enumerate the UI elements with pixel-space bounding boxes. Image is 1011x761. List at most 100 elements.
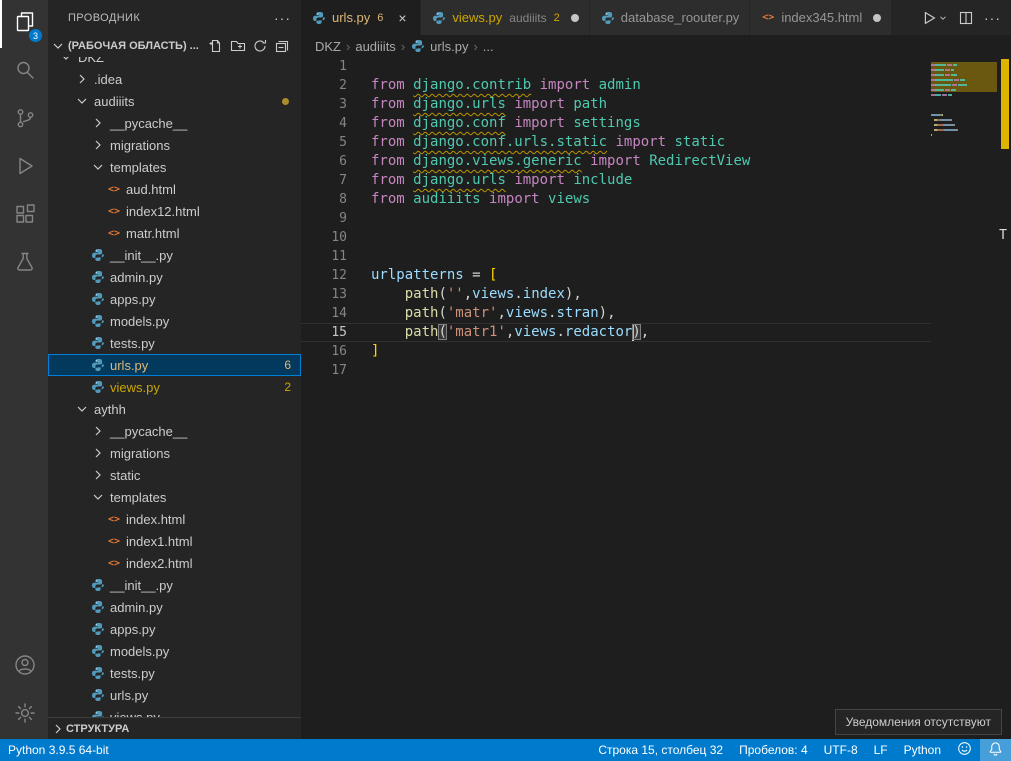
tab-index345.html[interactable]: <>index345.html bbox=[750, 0, 892, 35]
tree-file-models.py[interactable]: models.py bbox=[48, 310, 301, 332]
tree-file-apps.py[interactable]: apps.py bbox=[48, 288, 301, 310]
tab-problems-badge: 2 bbox=[554, 12, 560, 24]
code-line-14[interactable]: 14 path('matr',views.stran), bbox=[301, 304, 931, 323]
tree-file-admin.py[interactable]: admin.py bbox=[48, 596, 301, 618]
tab-database_roouter.py[interactable]: database_roouter.py bbox=[590, 0, 751, 35]
status-encoding[interactable]: UTF-8 bbox=[816, 739, 866, 761]
tab-label: urls.py bbox=[332, 10, 370, 25]
code-line-11[interactable]: 11 bbox=[301, 247, 931, 266]
status-label: Python 3.9.5 64-bit bbox=[8, 743, 109, 757]
tree-folder-__pycache__[interactable]: __pycache__ bbox=[48, 420, 301, 442]
new-folder-icon[interactable] bbox=[229, 37, 247, 55]
refresh-icon[interactable] bbox=[251, 37, 269, 55]
tree-item-label: audiiits bbox=[94, 94, 134, 109]
code-line-16[interactable]: 16] bbox=[301, 342, 931, 361]
tree-folder-aythh[interactable]: aythh bbox=[48, 398, 301, 420]
sidebar-more-actions-button[interactable]: ··· bbox=[274, 10, 291, 26]
tree-folder-migrations[interactable]: migrations bbox=[48, 134, 301, 156]
tree-folder-templates[interactable]: templates bbox=[48, 156, 301, 178]
activity-settings-button[interactable] bbox=[0, 691, 48, 739]
code-token: static bbox=[674, 134, 725, 150]
tree-file-views.py[interactable]: views.py2 bbox=[48, 376, 301, 398]
tree-file-models.py[interactable]: models.py bbox=[48, 640, 301, 662]
more-actions-button[interactable]: ··· bbox=[984, 10, 1001, 26]
run-python-file-button[interactable] bbox=[920, 9, 948, 27]
breadcrumb-item-audiiits[interactable]: audiiits bbox=[355, 39, 395, 54]
code-line-8[interactable]: 8from audiiits import views bbox=[301, 190, 931, 209]
code-line-1[interactable]: 1 bbox=[301, 57, 931, 76]
html-file-icon: <> bbox=[106, 181, 122, 197]
split-editor-button[interactable] bbox=[958, 10, 974, 26]
tree-file-aud.html[interactable]: <>aud.html bbox=[48, 178, 301, 200]
code-text: from django.contrib import admin bbox=[365, 76, 641, 95]
tree-file-index.html[interactable]: <>index.html bbox=[48, 508, 301, 530]
tab-views.py[interactable]: views.pyaudiiits2 bbox=[421, 0, 589, 35]
tree-file-urls.py[interactable]: urls.py6 bbox=[48, 354, 301, 376]
status-python-interpreter[interactable]: Python 3.9.5 64-bit bbox=[0, 739, 117, 761]
code-line-15[interactable]: 15 path('matr1',views.redactor), bbox=[301, 323, 931, 342]
new-file-icon[interactable] bbox=[207, 37, 225, 55]
status-feedback[interactable] bbox=[949, 739, 980, 761]
tree-file-matr.html[interactable]: <>matr.html bbox=[48, 222, 301, 244]
tree-folder-audiiits[interactable]: audiiits bbox=[48, 90, 301, 112]
tree-file-__init__.py[interactable]: __init__.py bbox=[48, 244, 301, 266]
code-token: , bbox=[464, 286, 472, 302]
tree-file-__init__.py[interactable]: __init__.py bbox=[48, 574, 301, 596]
tree-file-index1.html[interactable]: <>index1.html bbox=[48, 530, 301, 552]
code-text: path('matr',views.stran), bbox=[365, 304, 616, 323]
status-indentation[interactable]: Пробелов: 4 bbox=[731, 739, 816, 761]
breadcrumb-item-DKZ[interactable]: DKZ bbox=[315, 39, 341, 54]
code-line-4[interactable]: 4from django.conf import settings bbox=[301, 114, 931, 133]
tree-file-tests.py[interactable]: tests.py bbox=[48, 332, 301, 354]
code-token: redactor bbox=[565, 324, 632, 340]
activity-extensions-button[interactable] bbox=[0, 192, 48, 240]
tree-file-urls.py[interactable]: urls.py bbox=[48, 684, 301, 706]
tab-urls.py[interactable]: urls.py6× bbox=[301, 0, 421, 35]
code-line-13[interactable]: 13 path('',views.index), bbox=[301, 285, 931, 304]
tree-file-admin.py[interactable]: admin.py bbox=[48, 266, 301, 288]
code-line-10[interactable]: 10 bbox=[301, 228, 931, 247]
close-icon[interactable]: × bbox=[394, 10, 410, 26]
code-line-3[interactable]: 3from django.urls import path bbox=[301, 95, 931, 114]
tree-file-views.py[interactable]: views.py bbox=[48, 706, 301, 717]
code-line-7[interactable]: 7from django.urls import include bbox=[301, 171, 931, 190]
code-editor[interactable]: 12from django.contrib import admin3from … bbox=[301, 57, 931, 739]
activity-accounts-button[interactable] bbox=[0, 643, 48, 691]
tree-file-apps.py[interactable]: apps.py bbox=[48, 618, 301, 640]
activity-source-control-button[interactable] bbox=[0, 96, 48, 144]
activity-explorer-button[interactable]: 3 bbox=[0, 0, 48, 48]
status-language-mode[interactable]: Python bbox=[896, 739, 949, 761]
minimap-line bbox=[931, 137, 997, 142]
activity-search-button[interactable] bbox=[0, 48, 48, 96]
breadcrumb-item-...[interactable]: ... bbox=[483, 39, 494, 54]
tree-file-index2.html[interactable]: <>index2.html bbox=[48, 552, 301, 574]
tree-folder-templates[interactable]: templates bbox=[48, 486, 301, 508]
outline-section-header[interactable]: СТРУКТУРА bbox=[48, 717, 301, 739]
tree-file-index12.html[interactable]: <>index12.html bbox=[48, 200, 301, 222]
code-line-6[interactable]: 6from django.views.generic import Redire… bbox=[301, 152, 931, 171]
code-line-9[interactable]: 9 bbox=[301, 209, 931, 228]
status-cursor-position[interactable]: Строка 15, столбец 32 bbox=[590, 739, 731, 761]
breadcrumb-item-urls.py[interactable]: urls.py bbox=[410, 38, 468, 54]
tree-folder-migrations[interactable]: migrations bbox=[48, 442, 301, 464]
status-eol[interactable]: LF bbox=[866, 739, 896, 761]
code-line-12[interactable]: 12urlpatterns = [ bbox=[301, 266, 931, 285]
editor-scrollbar[interactable] bbox=[997, 35, 1011, 739]
tree-folder-static[interactable]: static bbox=[48, 464, 301, 486]
status-notifications-bell[interactable] bbox=[980, 739, 1011, 761]
code-line-17[interactable]: 17 bbox=[301, 361, 931, 380]
code-token: ] bbox=[371, 343, 379, 359]
chevron-right-icon bbox=[90, 423, 106, 439]
collapse-all-icon[interactable] bbox=[273, 37, 291, 55]
minimap[interactable] bbox=[931, 57, 997, 142]
code-line-2[interactable]: 2from django.contrib import admin bbox=[301, 76, 931, 95]
activity-run-debug-button[interactable] bbox=[0, 144, 48, 192]
tree-folder-.idea[interactable]: .idea bbox=[48, 68, 301, 90]
tree-folder-__pycache__[interactable]: __pycache__ bbox=[48, 112, 301, 134]
workspace-section-header[interactable]: (РАБОЧАЯ ОБЛАСТЬ) ... bbox=[48, 35, 301, 57]
activity-testing-button[interactable] bbox=[0, 240, 48, 288]
code-line-5[interactable]: 5from django.conf.urls.static import sta… bbox=[301, 133, 931, 152]
tree-file-tests.py[interactable]: tests.py bbox=[48, 662, 301, 684]
breadcrumb: DKZ›audiiits›urls.py›... bbox=[301, 35, 1011, 57]
status-bar: Python 3.9.5 64-bit011 Строка 15, столбе… bbox=[0, 739, 1011, 761]
